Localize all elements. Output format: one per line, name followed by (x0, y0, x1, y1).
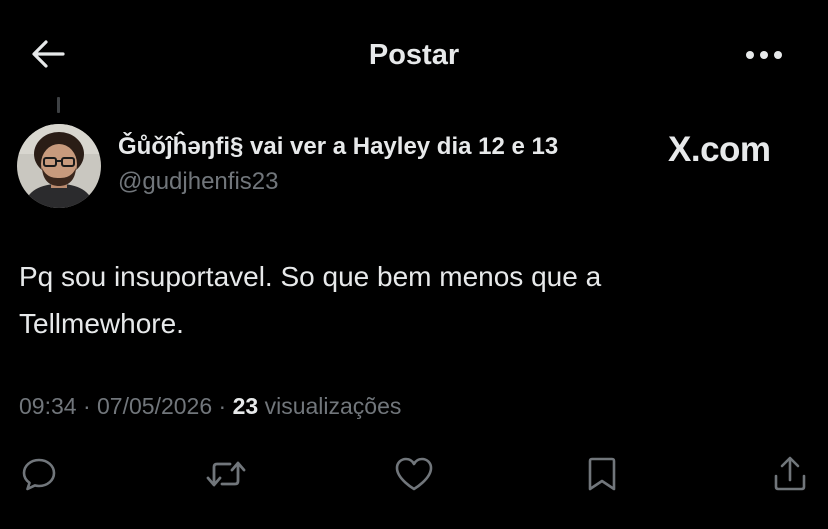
post-detail-screen: Postar Ǧůǒĵĥəŋfi§ vai ver a Hayley dia 1… (0, 0, 828, 529)
bookmark-button[interactable] (580, 452, 624, 496)
reply-button[interactable] (17, 452, 61, 496)
avatar[interactable] (17, 124, 101, 208)
page-title: Postar (368, 39, 460, 71)
repost-icon (206, 461, 246, 487)
repost-button[interactable] (204, 452, 248, 496)
more-options-button[interactable] (740, 40, 788, 70)
views-count[interactable]: 23 (233, 393, 259, 419)
like-button[interactable] (392, 452, 436, 496)
post-metadata: 09:34 · 07/05/2026 · 23 visualizações (19, 391, 401, 421)
watermark-text: X.com (668, 130, 771, 169)
meta-separator: · (218, 393, 227, 419)
post-text: Pq sou insuportavel. So que bem menos qu… (19, 261, 602, 339)
bookmark-icon (588, 457, 616, 491)
meta-separator: · (82, 393, 91, 419)
x-com-watermark: X.com (668, 128, 771, 172)
author-handle[interactable]: @gudjhenfis23 (118, 165, 278, 199)
comment-icon (22, 458, 56, 491)
thread-connector-line (57, 97, 60, 113)
share-icon (774, 456, 806, 491)
post-date: 07/05/2026 (97, 393, 213, 419)
action-bar (0, 448, 828, 498)
arrow-left-icon (32, 40, 65, 68)
avatar-image (17, 124, 101, 208)
heart-icon (395, 457, 433, 491)
more-horizontal-icon (746, 51, 782, 59)
post-time: 09:34 (19, 393, 77, 419)
views-label[interactable]: visualizações (265, 393, 402, 419)
share-button[interactable] (768, 452, 812, 496)
author-display-name[interactable]: Ǧůǒĵĥəŋfi§ vai ver a Hayley dia 12 e 13 (118, 130, 558, 164)
back-button[interactable] (28, 36, 68, 72)
